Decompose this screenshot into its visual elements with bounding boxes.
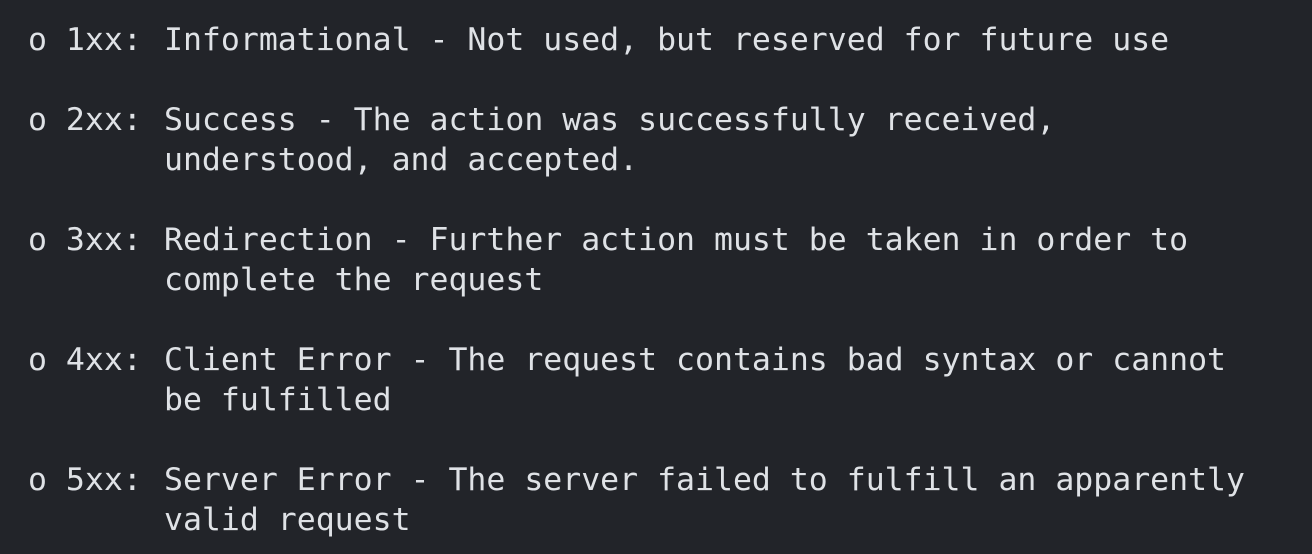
description-line: be fulfilled bbox=[164, 382, 392, 418]
description-line: understood, and accepted. bbox=[164, 142, 639, 178]
list-item-2xx: o 2xx: Success - The action was successf… bbox=[28, 100, 1245, 180]
description-line: Server Error - The server failed to fulf… bbox=[164, 462, 1245, 498]
description-line: Client Error - The request contains bad … bbox=[164, 342, 1227, 378]
description-line: Success - The action was successfully re… bbox=[164, 102, 1056, 138]
list-item-description: Success - The action was successfully re… bbox=[164, 100, 1055, 180]
description-line: complete the request bbox=[164, 262, 544, 298]
status-class-list: o 1xx: Informational - Not used, but res… bbox=[28, 20, 1245, 540]
list-item-1xx: o 1xx: Informational - Not used, but res… bbox=[28, 20, 1245, 60]
list-item-description: Redirection - Further action must be tak… bbox=[164, 220, 1188, 300]
list-item-5xx: o 5xx: Server Error - The server failed … bbox=[28, 460, 1245, 540]
description-line: Redirection - Further action must be tak… bbox=[164, 222, 1189, 258]
description-line: Informational - Not used, but reserved f… bbox=[164, 22, 1170, 58]
list-item-description: Server Error - The server failed to fulf… bbox=[164, 460, 1245, 540]
list-item-description: Client Error - The request contains bad … bbox=[164, 340, 1226, 420]
description-line: valid request bbox=[164, 502, 411, 538]
list-item-prefix: o 3xx: bbox=[28, 222, 142, 258]
list-item-3xx: o 3xx: Redirection - Further action must… bbox=[28, 220, 1245, 300]
list-item-prefix: o 2xx: bbox=[28, 102, 142, 138]
list-item-description: Informational - Not used, but reserved f… bbox=[164, 20, 1169, 60]
list-item-prefix: o 4xx: bbox=[28, 342, 142, 378]
list-item-4xx: o 4xx: Client Error - The request contai… bbox=[28, 340, 1245, 420]
list-item-prefix: o 1xx: bbox=[28, 22, 142, 58]
code-block: o 1xx: Informational - Not used, but res… bbox=[0, 0, 1312, 554]
list-item-prefix: o 5xx: bbox=[28, 462, 142, 498]
